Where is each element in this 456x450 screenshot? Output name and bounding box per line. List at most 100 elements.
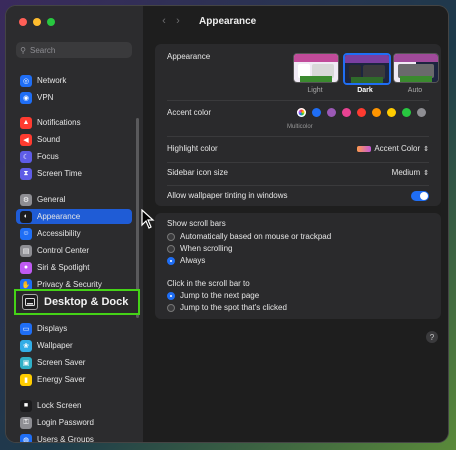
page-title: Appearance bbox=[199, 15, 257, 27]
accent-swatch[interactable] bbox=[417, 108, 426, 117]
sidebar-item-displays[interactable]: ▭ Displays bbox=[16, 321, 132, 336]
sidebar-item-label: Privacy & Security bbox=[37, 280, 102, 289]
accent-caption: Multicolor bbox=[287, 124, 313, 130]
radio-always[interactable]: Always bbox=[167, 256, 205, 265]
radio-label: When scrolling bbox=[180, 244, 233, 253]
radio-automatic[interactable]: Automatically based on mouse or trackpad bbox=[167, 232, 331, 241]
back-button[interactable]: ‹ bbox=[157, 15, 171, 27]
key-icon: ⚿ bbox=[20, 416, 32, 429]
sidebar-item-label: Focus bbox=[37, 152, 59, 161]
appearance-icon: ◐ bbox=[20, 210, 32, 223]
search-field[interactable]: ⚲ bbox=[16, 42, 132, 58]
accent-label: Accent color bbox=[167, 108, 212, 117]
radio-button[interactable] bbox=[167, 232, 175, 241]
radio-next-page[interactable]: Jump to the next page bbox=[167, 291, 259, 300]
sidebar-item-label: Screen Saver bbox=[37, 358, 86, 367]
accent-swatch[interactable] bbox=[387, 108, 396, 117]
sidebar-item-control-center[interactable]: ▤ Control Center bbox=[16, 243, 132, 258]
light-caption: Light bbox=[307, 87, 323, 94]
sidebar-item-users-groups[interactable]: ◍ Users & Groups bbox=[16, 432, 132, 442]
sidebar-item-label: Appearance bbox=[37, 212, 81, 221]
control-center-icon: ▤ bbox=[20, 244, 32, 257]
divider bbox=[167, 185, 429, 186]
dock-icon bbox=[22, 294, 38, 310]
tinting-toggle[interactable] bbox=[411, 190, 429, 201]
sidebar-item-siri-spotlight[interactable]: ● Siri & Spotlight bbox=[16, 260, 132, 275]
gear-icon: ⚙ bbox=[20, 193, 32, 206]
sidebar-item-energy-saver[interactable]: ▮ Energy Saver bbox=[16, 372, 132, 387]
sidebar-scrollbar[interactable] bbox=[136, 118, 139, 318]
accent-swatches bbox=[297, 108, 426, 117]
sidebar-item-login-password[interactable]: ⚿ Login Password bbox=[16, 415, 132, 430]
accent-swatch[interactable] bbox=[402, 108, 411, 117]
search-input[interactable] bbox=[30, 45, 126, 55]
lock-icon: ■ bbox=[20, 399, 32, 412]
settings-window: ⚲ ◎ Network ◉ VPN ▲ Notifications ◀ Sound ☾ Focus… bbox=[6, 6, 448, 442]
sidebar-item-label: Network bbox=[37, 76, 67, 85]
radio-label: Jump to the next page bbox=[180, 291, 260, 300]
highlight-value: Accent Color bbox=[374, 144, 421, 153]
sidebar-item-desktop-dock[interactable]: Desktop & Dock bbox=[14, 289, 140, 315]
scroll-panel: Show scroll bars Automatically based on … bbox=[155, 213, 441, 319]
sidebar-item-label: Screen Time bbox=[37, 169, 82, 178]
hourglass-icon: ⧗ bbox=[20, 167, 32, 180]
search-icon: ⚲ bbox=[20, 45, 26, 55]
window-controls bbox=[19, 18, 55, 26]
icon-size-row: Sidebar icon size Medium ⇕ bbox=[167, 168, 429, 177]
sidebar-item-label: Displays bbox=[37, 324, 68, 333]
accent-swatch[interactable] bbox=[357, 108, 366, 117]
appearance-dark-thumb[interactable] bbox=[343, 53, 391, 85]
radio-button[interactable] bbox=[167, 303, 175, 312]
divider bbox=[167, 136, 429, 137]
help-button[interactable]: ? bbox=[426, 331, 438, 343]
icon-size-select[interactable]: Medium ⇕ bbox=[392, 168, 429, 177]
sidebar-item-label: Users & Groups bbox=[37, 435, 94, 442]
divider bbox=[167, 162, 429, 163]
sidebar-item-notifications[interactable]: ▲ Notifications bbox=[16, 115, 132, 130]
forward-button[interactable]: › bbox=[171, 15, 185, 27]
sidebar-item-appearance[interactable]: ◐ Appearance bbox=[16, 209, 132, 224]
appearance-auto-thumb[interactable] bbox=[393, 53, 439, 83]
tinting-row: Allow wallpaper tinting in windows bbox=[167, 190, 429, 201]
accent-swatch[interactable] bbox=[327, 108, 336, 117]
highlight-select[interactable]: Accent Color ⇕ bbox=[357, 144, 429, 153]
wallpaper-icon: ❀ bbox=[20, 339, 32, 352]
close-button[interactable] bbox=[19, 18, 27, 26]
radio-when-scrolling[interactable]: When scrolling bbox=[167, 244, 232, 253]
sidebar-item-focus[interactable]: ☾ Focus bbox=[16, 149, 132, 164]
speaker-icon: ◀ bbox=[20, 133, 32, 146]
sidebar-item-label: General bbox=[37, 195, 66, 204]
radio-button[interactable] bbox=[167, 256, 175, 265]
appearance-label: Appearance bbox=[167, 52, 211, 61]
click-scroll-row: Click in the scroll bar to bbox=[167, 279, 429, 288]
sidebar-item-screen-time[interactable]: ⧗ Screen Time bbox=[16, 166, 132, 181]
divider bbox=[167, 100, 429, 101]
minimize-button[interactable] bbox=[33, 18, 41, 26]
zoom-button[interactable] bbox=[47, 18, 55, 26]
accent-swatch[interactable] bbox=[297, 108, 306, 117]
vpn-icon: ◉ bbox=[20, 91, 32, 104]
radio-button[interactable] bbox=[167, 291, 175, 300]
accent-swatch[interactable] bbox=[342, 108, 351, 117]
sidebar-item-label: Desktop & Dock bbox=[44, 296, 129, 308]
sidebar-item-accessibility[interactable]: ☺ Accessibility bbox=[16, 226, 132, 241]
appearance-panel: Appearance Light Dark Auto Accent color … bbox=[155, 44, 441, 206]
sidebar-item-wallpaper[interactable]: ❀ Wallpaper bbox=[16, 338, 132, 353]
bell-icon: ▲ bbox=[20, 116, 32, 129]
radio-spot-clicked[interactable]: Jump to the spot that's clicked bbox=[167, 303, 287, 312]
accent-swatch[interactable] bbox=[372, 108, 381, 117]
screensaver-icon: ▣ bbox=[20, 356, 32, 369]
sidebar-item-lock-screen[interactable]: ■ Lock Screen bbox=[16, 398, 132, 413]
radio-label: Automatically based on mouse or trackpad bbox=[180, 232, 332, 241]
tinting-label: Allow wallpaper tinting in windows bbox=[167, 191, 288, 200]
sidebar-item-sound[interactable]: ◀ Sound bbox=[16, 132, 132, 147]
sidebar-item-label: Login Password bbox=[37, 418, 94, 427]
sidebar-item-screen-saver[interactable]: ▣ Screen Saver bbox=[16, 355, 132, 370]
appearance-light-thumb[interactable] bbox=[293, 53, 339, 83]
sidebar-item-network[interactable]: ◎ Network bbox=[16, 73, 132, 88]
sidebar-item-general[interactable]: ⚙ General bbox=[16, 192, 132, 207]
sidebar-item-vpn[interactable]: ◉ VPN bbox=[16, 90, 132, 105]
radio-button[interactable] bbox=[167, 244, 175, 253]
accent-swatch[interactable] bbox=[312, 108, 321, 117]
click-scroll-label: Click in the scroll bar to bbox=[167, 279, 250, 288]
